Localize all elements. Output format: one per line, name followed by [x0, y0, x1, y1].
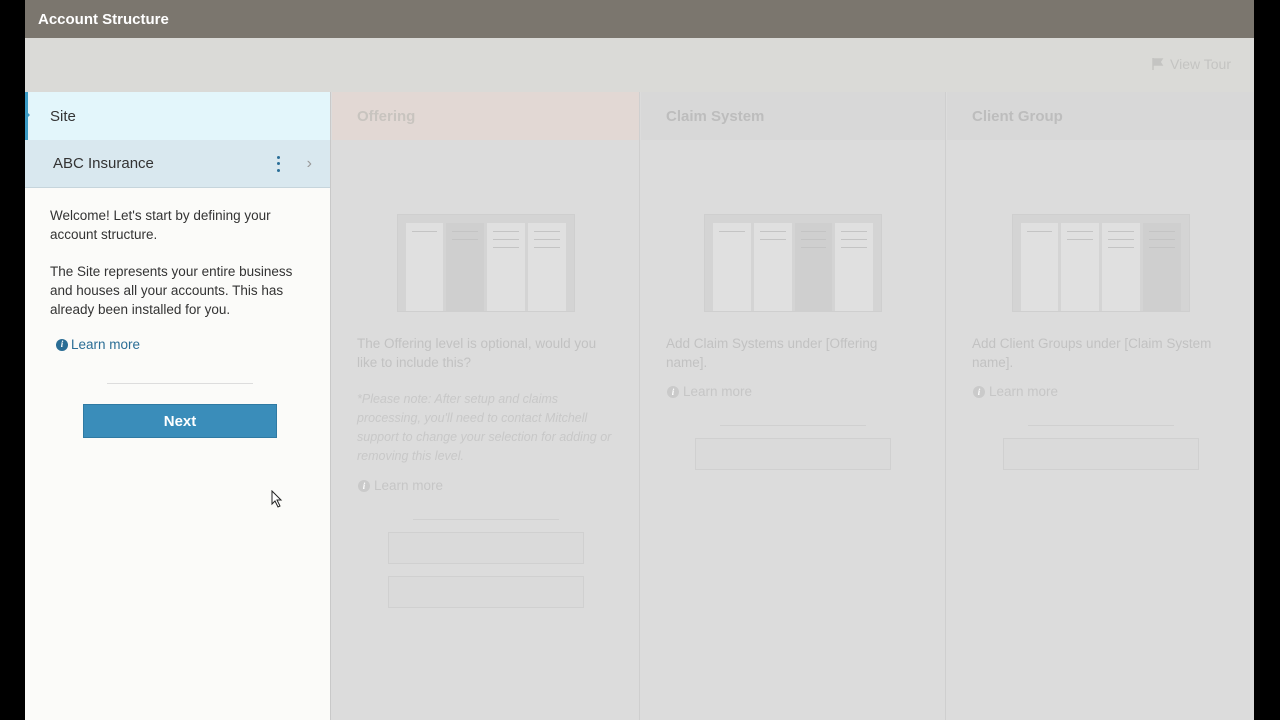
client-group-illustration	[1011, 214, 1190, 312]
site-column: Site ABC Insurance › Welcome! Let's star…	[25, 92, 331, 720]
add-offering-button[interactable]	[387, 532, 584, 564]
claim-system-illustration	[704, 214, 882, 312]
toolbar: View Tour	[25, 38, 1254, 92]
offering-prompt: The Offering level is optional, would yo…	[357, 336, 597, 370]
skip-offering-button[interactable]	[387, 576, 584, 608]
client-group-learn-more-label: Learn more	[989, 384, 1059, 399]
title-bar: Account Structure	[25, 0, 1254, 38]
structure-columns: Site ABC Insurance › Welcome! Let's star…	[25, 92, 1254, 720]
offering-learn-more-label: Learn more	[374, 478, 444, 493]
offering-note: *Please note: After setup and claims pro…	[357, 392, 612, 463]
claim-system-learn-more-label: Learn more	[683, 384, 753, 399]
claim-system-prompt: Add Claim Systems under [Offering name].	[666, 336, 878, 370]
divider	[107, 383, 253, 384]
offering-illustration	[396, 214, 575, 312]
claim-system-column-header: Claim System	[641, 92, 945, 140]
divider	[1027, 425, 1174, 426]
client-group-column: Client Group Add Client Groups under [Cl…	[947, 92, 1254, 720]
app-window: Account Structure View Tour Site ABC Ins…	[25, 0, 1254, 720]
info-icon: i	[358, 479, 370, 492]
chevron-right-icon[interactable]: ›	[307, 155, 312, 173]
divider	[412, 519, 559, 520]
learn-more-label: Learn more	[71, 337, 141, 352]
info-icon: i	[973, 385, 985, 398]
site-description: Welcome! Let's start by defining your ac…	[25, 188, 330, 372]
client-group-prompt: Add Client Groups under [Claim System na…	[972, 336, 1212, 370]
claim-system-column: Claim System Add Claim Systems under [Of…	[641, 92, 946, 720]
offering-learn-more-link[interactable]: i Learn more	[332, 466, 639, 493]
flag-icon	[1152, 58, 1164, 70]
view-tour-label: View Tour	[1170, 56, 1231, 72]
add-client-group-button[interactable]	[1002, 438, 1199, 470]
site-item-name: ABC Insurance	[53, 155, 154, 172]
offering-column-header: Offering	[332, 92, 639, 140]
info-icon: i	[56, 338, 68, 351]
more-options-icon[interactable]	[271, 154, 287, 174]
site-description-text: The Site represents your entire business…	[50, 264, 293, 317]
view-tour-link[interactable]: View Tour	[1152, 56, 1231, 72]
next-button[interactable]: Next	[83, 404, 277, 438]
mouse-cursor-icon	[271, 490, 283, 508]
page-title: Account Structure	[38, 10, 169, 28]
site-item-row[interactable]: ABC Insurance ›	[25, 140, 330, 188]
claim-system-learn-more-link[interactable]: i Learn more	[641, 372, 945, 399]
info-icon: i	[667, 385, 679, 398]
welcome-text: Welcome! Let's start by defining your ac…	[50, 208, 271, 242]
offering-column: Offering The Offering level is optional,…	[332, 92, 640, 720]
divider	[720, 425, 866, 426]
client-group-learn-more-link[interactable]: i Learn more	[947, 372, 1254, 399]
site-column-header: Site	[25, 92, 330, 140]
learn-more-link[interactable]: i Learn more	[50, 335, 305, 354]
add-claim-system-button[interactable]	[695, 438, 891, 470]
client-group-column-header: Client Group	[947, 92, 1254, 140]
